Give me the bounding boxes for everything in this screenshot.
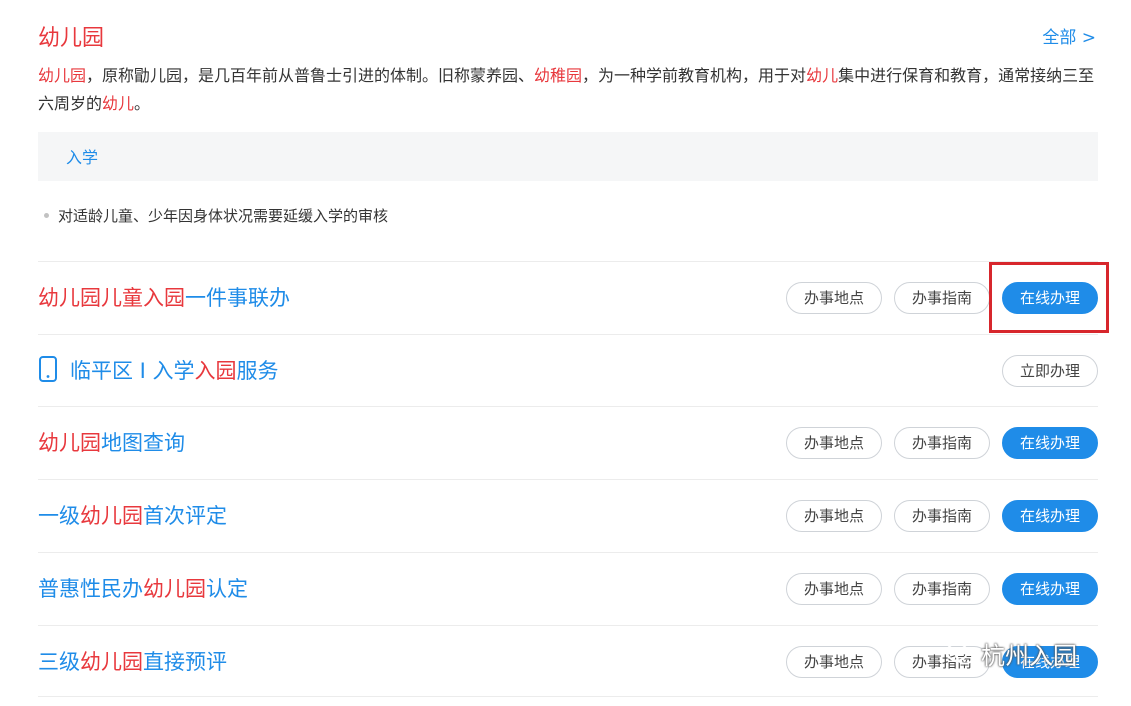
service-title-text: 直接预评 [143,650,227,674]
service-title[interactable]: 普惠性民办幼儿园认定 [38,573,248,603]
service-row: 三级幼儿园直接预评 办事地点 办事指南 在线办理 [38,625,1098,697]
service-title[interactable]: 幼儿园儿童入园一件事联办 [38,282,290,312]
service-location-button[interactable]: 办事地点 [785,646,882,678]
bottom-divider [38,696,1098,697]
service-location-button[interactable]: 办事地点 [785,500,882,532]
highlighted-keyword: 入园 [194,359,237,383]
service-location-button[interactable]: 办事地点 [785,282,882,314]
description-text: ，为一种学前教育机构，用于对 [582,66,807,85]
highlighted-keyword: 幼儿园 [38,431,101,455]
view-all-link[interactable]: 全部 > [1042,23,1096,48]
service-row: 幼儿园儿童入园一件事联办 办事地点 办事指南 在线办理 [38,261,1098,333]
sub-item[interactable]: 对适龄儿童、少年因身体状况需要延缓入学的审核 [44,205,389,226]
watermark: 杭州入园 [945,636,1077,671]
service-title[interactable]: 临平区 I 入学入园服务 [38,355,279,385]
online-apply-button[interactable]: 在线办理 [1001,500,1098,532]
service-actions: 办事地点 办事指南 在线办理 [785,573,1098,605]
mobile-phone-icon [39,356,57,382]
service-title-text: 三级 [38,650,80,674]
online-apply-button[interactable]: 在线办理 [1001,427,1098,459]
service-title-text: 服务 [236,359,279,383]
highlighted-keyword: 幼儿园 [143,577,206,601]
highlighted-keyword: 幼儿 [806,66,839,85]
service-title-text: 一级 [38,504,80,528]
service-location-button[interactable]: 办事地点 [785,427,882,459]
service-title-text: 认定 [206,577,248,601]
bullet-dot [44,213,49,218]
service-title[interactable]: 三级幼儿园直接预评 [38,646,227,676]
service-row: 临平区 I 入学入园服务 立即办理 [38,334,1098,406]
service-location-button[interactable]: 办事地点 [785,573,882,605]
service-title-text: 临平区 I 入学 [70,359,195,383]
service-guide-button[interactable]: 办事指南 [893,573,990,605]
service-title-text: 地图查询 [101,431,185,455]
service-title-text: 一件事联办 [185,286,290,310]
highlighted-keyword: 幼儿园儿童入园 [38,286,185,310]
highlighted-keyword: 幼稚园 [534,66,583,85]
service-title[interactable]: 幼儿园地图查询 [38,427,185,457]
service-guide-button[interactable]: 办事指南 [893,427,990,459]
highlighted-keyword: 幼儿园 [80,650,143,674]
highlighted-keyword: 幼儿园 [80,504,143,528]
description-text: 。 [134,94,151,113]
description-text: ，原称勖儿园，是几百年前从普鲁士引进的体制。旧称蒙养园、 [86,66,535,85]
topic-tag-enrollment[interactable]: 入学 [66,144,98,168]
service-actions: 办事地点 办事指南 在线办理 [785,282,1098,314]
service-title-text: 首次评定 [143,504,227,528]
service-row: 幼儿园地图查询 办事地点 办事指南 在线办理 [38,406,1098,478]
topic-bar: 入学 [38,132,1098,181]
online-apply-button[interactable]: 在线办理 [1001,573,1098,605]
service-actions: 立即办理 [1001,355,1098,387]
sub-item-text: 对适龄儿童、少年因身体状况需要延缓入学的审核 [58,207,389,225]
service-guide-button[interactable]: 办事指南 [893,282,990,314]
service-guide-button[interactable]: 办事指南 [893,500,990,532]
section-description: 幼儿园，原称勖儿园，是几百年前从普鲁士引进的体制。旧称蒙养园、幼稚园，为一种学前… [38,62,1096,118]
apply-now-button[interactable]: 立即办理 [1001,355,1098,387]
service-title-text: 普惠性民办 [38,577,143,601]
service-title[interactable]: 一级幼儿园首次评定 [38,500,227,530]
highlighted-keyword: 幼儿 [102,94,135,113]
service-actions: 办事地点 办事指南 在线办理 [785,500,1098,532]
service-row: 普惠性民办幼儿园认定 办事地点 办事指南 在线办理 [38,552,1098,624]
wechat-icon [946,642,974,664]
highlighted-keyword: 幼儿园 [38,66,87,85]
service-row: 一级幼儿园首次评定 办事地点 办事指南 在线办理 [38,479,1098,551]
watermark-text: 杭州入园 [981,642,1077,670]
service-actions: 办事地点 办事指南 在线办理 [785,427,1098,459]
section-title: 幼儿园 [38,26,105,51]
online-apply-button[interactable]: 在线办理 [1001,282,1098,314]
